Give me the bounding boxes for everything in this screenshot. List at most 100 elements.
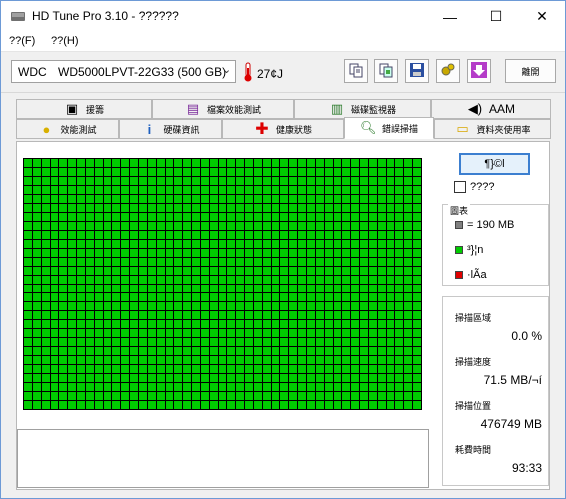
maximize-button[interactable]: ☐ <box>473 1 519 32</box>
scan-block <box>156 401 165 409</box>
scan-block <box>85 185 94 194</box>
exit-button[interactable]: 離開 <box>505 59 556 83</box>
scan-block <box>342 239 351 248</box>
scan-block <box>386 320 395 329</box>
scan-block <box>377 374 386 383</box>
scan-block <box>368 302 377 311</box>
scan-block <box>262 248 271 257</box>
scan-block <box>262 167 271 176</box>
scan-block <box>112 293 121 302</box>
scan-block <box>298 248 307 257</box>
scan-block <box>138 383 147 392</box>
scan-block <box>413 221 421 230</box>
scan-block <box>59 383 68 392</box>
scan-block <box>68 347 77 356</box>
tab-aam[interactable]: ◀) AAM <box>431 99 551 119</box>
scan-block <box>218 230 227 239</box>
scan-block <box>351 392 360 401</box>
scan-block <box>245 284 253 293</box>
scan-block <box>395 338 404 347</box>
tab-error-scan[interactable]: 🔍︎ 錯誤掃描 <box>344 117 434 139</box>
scan-block <box>85 167 94 176</box>
scan-block <box>280 374 289 383</box>
scan-block <box>156 374 165 383</box>
scan-block <box>112 347 121 356</box>
minimize-button[interactable]: — <box>427 1 473 32</box>
tab-disk-info[interactable]: i 硬碟資訊 <box>119 119 222 139</box>
scan-block <box>245 194 253 203</box>
scan-block <box>227 185 236 194</box>
scan-block <box>24 257 32 266</box>
scan-block <box>103 203 112 212</box>
menu-file[interactable]: ??(F) <box>9 35 35 47</box>
tab-health[interactable]: ✚ 健康狀態 <box>222 119 344 139</box>
scan-block <box>41 365 50 374</box>
close-button[interactable]: ✕ <box>519 1 565 32</box>
scan-block <box>174 194 183 203</box>
scan-block <box>253 159 262 167</box>
scan-block <box>130 329 138 338</box>
scan-block <box>130 221 138 230</box>
scan-block <box>77 194 85 203</box>
scan-block <box>103 185 112 194</box>
tab-disk-monitor[interactable]: ▥ 磁碟監視器 <box>294 99 431 119</box>
scan-block <box>121 329 130 338</box>
scan-block <box>32 194 41 203</box>
tab-toolbox[interactable]: ▣ 援籌 <box>16 99 152 119</box>
tab-benchmark[interactable]: ● 效能測試 <box>16 119 119 139</box>
scan-block <box>307 212 315 221</box>
drive-select[interactable]: WDC WD5000LPVT-22G33 (500 GB) ⌄ <box>11 60 236 83</box>
scan-block <box>333 383 342 392</box>
scan-block <box>271 194 280 203</box>
scan-block <box>41 185 50 194</box>
scan-block <box>147 176 156 185</box>
scan-block <box>59 284 68 293</box>
scan-block <box>112 230 121 239</box>
scan-block <box>138 159 147 167</box>
scan-block <box>377 230 386 239</box>
scan-block <box>112 239 121 248</box>
scan-block <box>262 239 271 248</box>
scan-block <box>174 185 183 194</box>
menu-help[interactable]: ??(H) <box>51 35 79 47</box>
scan-block <box>404 230 413 239</box>
scan-block <box>280 185 289 194</box>
tab-folder-usage[interactable]: ▭ 資料夾使用率 <box>434 119 551 139</box>
scan-block <box>68 401 77 409</box>
scan-block <box>192 257 200 266</box>
copy-text-button[interactable] <box>344 59 368 83</box>
scan-block <box>138 275 147 284</box>
tab-file-benchmark[interactable]: ▤ 檔案效能測試 <box>152 99 294 119</box>
scan-block <box>59 159 68 167</box>
scan-block <box>147 194 156 203</box>
scan-block <box>192 230 200 239</box>
save-button[interactable] <box>405 59 429 83</box>
options-button[interactable] <box>436 59 460 83</box>
scan-block <box>121 338 130 347</box>
scan-block <box>138 221 147 230</box>
scan-block <box>386 275 395 284</box>
scan-block <box>218 284 227 293</box>
copy-screenshot-button[interactable] <box>374 59 398 83</box>
scan-block <box>68 230 77 239</box>
start-button[interactable]: ¶}©l <box>459 153 530 175</box>
scan-block <box>94 374 103 383</box>
scan-block <box>121 159 130 167</box>
scan-block <box>138 329 147 338</box>
scan-block <box>395 248 404 257</box>
scan-block <box>307 248 315 257</box>
scan-block <box>218 383 227 392</box>
scan-block <box>218 320 227 329</box>
scan-block <box>342 338 351 347</box>
quick-scan-checkbox[interactable]: ???? <box>454 181 494 194</box>
scan-block <box>209 338 218 347</box>
scan-block <box>41 293 50 302</box>
scan-block <box>50 176 59 185</box>
download-button[interactable] <box>467 59 491 83</box>
scan-block <box>130 365 138 374</box>
scan-block <box>112 275 121 284</box>
scan-block <box>41 194 50 203</box>
scan-block <box>85 275 94 284</box>
scan-block <box>77 275 85 284</box>
scan-block <box>360 383 368 392</box>
